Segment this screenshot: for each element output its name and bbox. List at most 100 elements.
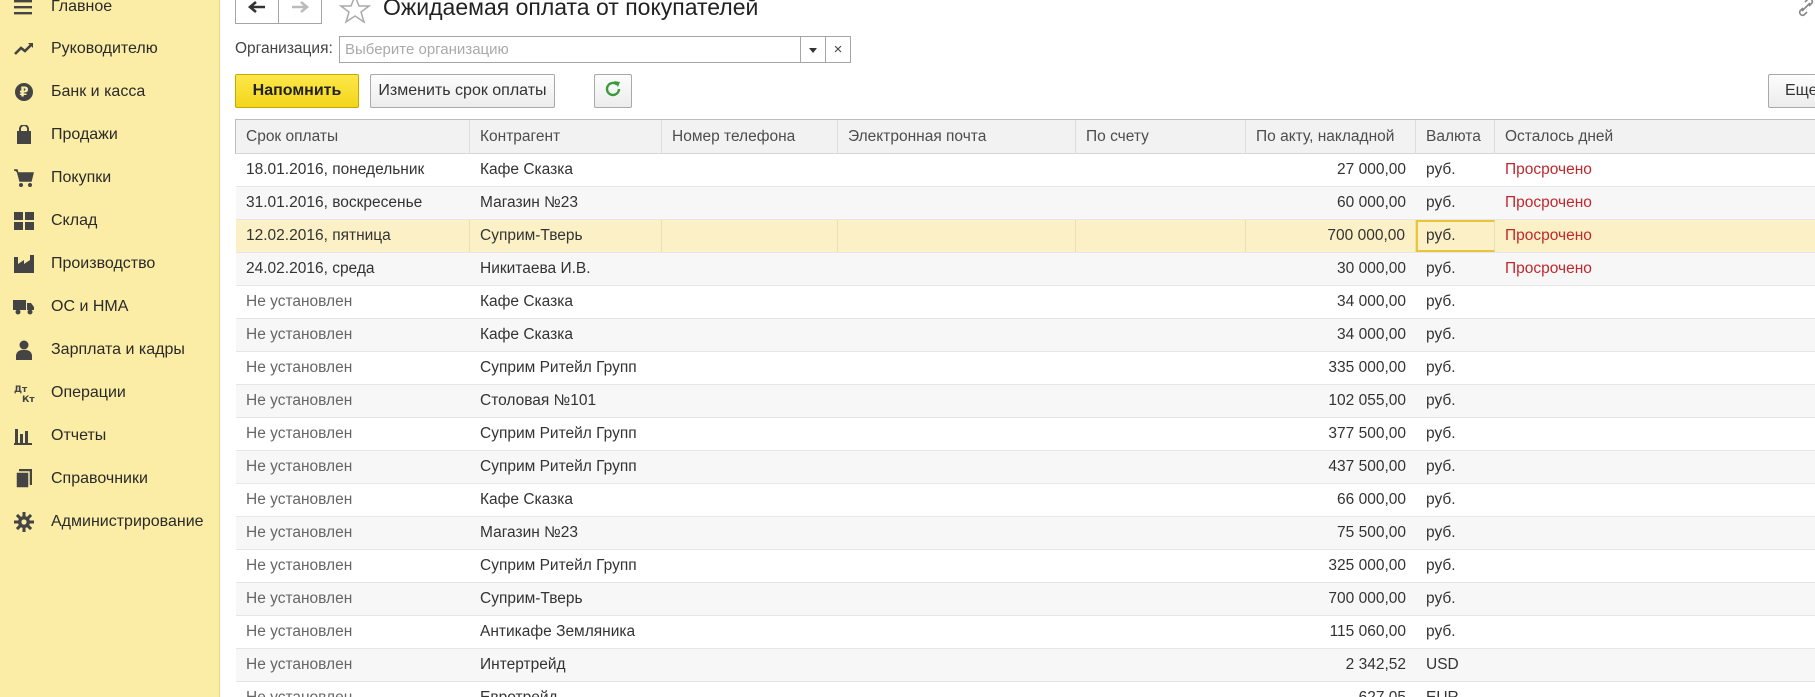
col-due-date-cell[interactable]: Не установлен: [236, 286, 470, 318]
col-phone-cell[interactable]: [662, 253, 838, 285]
col-act-cell[interactable]: 27 000,00: [1246, 154, 1416, 186]
col-due-date-cell[interactable]: Не установлен: [236, 385, 470, 417]
col-invoice-cell[interactable]: [1076, 319, 1246, 351]
col-phone-cell[interactable]: [662, 187, 838, 219]
col-act-cell[interactable]: 102 055,00: [1246, 385, 1416, 417]
col-contractor-header[interactable]: Контрагент: [470, 120, 662, 154]
table-row[interactable]: Не установлен Суприм Ритейл Групп 437 500,…: [236, 451, 1815, 484]
col-due-date-cell[interactable]: Не установлен: [236, 616, 470, 648]
sidebar-item-sales[interactable]: Продажи: [0, 115, 220, 155]
col-phone-cell[interactable]: [662, 154, 838, 186]
col-due-date-cell[interactable]: Не установлен: [236, 550, 470, 582]
col-due-date-cell[interactable]: Не установлен: [236, 682, 470, 697]
col-phone-cell[interactable]: [662, 385, 838, 417]
col-act-cell[interactable]: 377 500,00: [1246, 418, 1416, 450]
col-currency-header[interactable]: Валюта: [1416, 120, 1495, 154]
col-phone-cell[interactable]: [662, 484, 838, 516]
sidebar-item-operations[interactable]: Дт Кт Операции: [0, 373, 220, 413]
col-contractor-cell[interactable]: Кафе Сказка: [470, 484, 662, 516]
col-email-cell[interactable]: [838, 220, 1076, 252]
col-act-cell[interactable]: 30 000,00: [1246, 253, 1416, 285]
sidebar-item-admin[interactable]: Администрирование: [0, 502, 220, 542]
col-act-header[interactable]: По акту, накладной: [1246, 120, 1416, 154]
col-act-cell[interactable]: 325 000,00: [1246, 550, 1416, 582]
col-contractor-cell[interactable]: Магазин №23: [470, 187, 662, 219]
col-act-cell[interactable]: 700 000,00: [1246, 220, 1416, 252]
col-due-date-cell[interactable]: Не установлен: [236, 451, 470, 483]
col-invoice-cell[interactable]: [1076, 352, 1246, 384]
link-icon[interactable]: [1797, 0, 1815, 18]
col-currency-cell[interactable]: руб.: [1416, 220, 1495, 252]
col-email-cell[interactable]: [838, 550, 1076, 582]
table-row[interactable]: Не установлен Антикафе Земляника 115 060,0…: [236, 616, 1815, 649]
table-row[interactable]: 24.02.2016, среда Никитаева И.В. 30 000,00…: [236, 253, 1815, 286]
col-invoice-cell[interactable]: [1076, 451, 1246, 483]
col-currency-cell[interactable]: руб.: [1416, 187, 1495, 219]
col-currency-cell[interactable]: руб.: [1416, 319, 1495, 351]
col-days-left-cell[interactable]: [1495, 550, 1815, 582]
col-email-header[interactable]: Электронная почта: [838, 120, 1076, 154]
col-days-left-cell[interactable]: [1495, 418, 1815, 450]
col-due-date-cell[interactable]: Не установлен: [236, 418, 470, 450]
col-currency-cell[interactable]: руб.: [1416, 352, 1495, 384]
col-currency-cell[interactable]: руб.: [1416, 484, 1495, 516]
change-due-date-button[interactable]: Изменить срок оплаты: [370, 74, 555, 108]
col-days-left-cell[interactable]: [1495, 649, 1815, 681]
col-invoice-cell[interactable]: [1076, 418, 1246, 450]
col-email-cell[interactable]: [838, 253, 1076, 285]
col-currency-cell[interactable]: руб.: [1416, 286, 1495, 318]
col-act-cell[interactable]: 60 000,00: [1246, 187, 1416, 219]
col-invoice-cell[interactable]: [1076, 220, 1246, 252]
col-contractor-cell[interactable]: Суприм Ритейл Групп: [470, 418, 662, 450]
col-contractor-cell[interactable]: Евротрейд: [470, 682, 662, 697]
col-invoice-cell[interactable]: [1076, 583, 1246, 615]
col-days-left-cell[interactable]: [1495, 583, 1815, 615]
col-days-left-cell[interactable]: [1495, 517, 1815, 549]
col-phone-cell[interactable]: [662, 451, 838, 483]
col-phone-cell[interactable]: [662, 286, 838, 318]
col-email-cell[interactable]: [838, 484, 1076, 516]
col-invoice-cell[interactable]: [1076, 154, 1246, 186]
more-button[interactable]: Еще: [1768, 74, 1815, 108]
col-invoice-cell[interactable]: [1076, 253, 1246, 285]
col-contractor-cell[interactable]: Никитаева И.В.: [470, 253, 662, 285]
col-currency-cell[interactable]: руб.: [1416, 550, 1495, 582]
col-due-date-cell[interactable]: 31.01.2016, воскресенье: [236, 187, 470, 219]
col-act-cell[interactable]: 437 500,00: [1246, 451, 1416, 483]
col-due-date-cell[interactable]: Не установлен: [236, 583, 470, 615]
table-row[interactable]: Не установлен Кафе Сказка 66 000,00 руб.: [236, 484, 1815, 517]
forward-button[interactable]: [278, 0, 322, 24]
col-email-cell[interactable]: [838, 649, 1076, 681]
col-contractor-cell[interactable]: Интертрейд: [470, 649, 662, 681]
col-due-date-cell[interactable]: 18.01.2016, понедельник: [236, 154, 470, 186]
sidebar-item-salary[interactable]: Зарплата и кадры: [0, 330, 220, 370]
col-invoice-header[interactable]: По счету: [1076, 120, 1246, 154]
col-email-cell[interactable]: [838, 418, 1076, 450]
col-invoice-cell[interactable]: [1076, 550, 1246, 582]
sidebar-item-reports[interactable]: Отчеты: [0, 416, 220, 456]
col-days-left-cell[interactable]: Просрочено: [1495, 187, 1815, 219]
col-contractor-cell[interactable]: Столовая №101: [470, 385, 662, 417]
col-currency-cell[interactable]: руб.: [1416, 418, 1495, 450]
col-phone-cell[interactable]: [662, 517, 838, 549]
col-contractor-cell[interactable]: Кафе Сказка: [470, 286, 662, 318]
back-button[interactable]: [235, 0, 279, 24]
col-act-cell[interactable]: 66 000,00: [1246, 484, 1416, 516]
refresh-button[interactable]: [594, 74, 632, 108]
col-contractor-cell[interactable]: Суприм Ритейл Групп: [470, 352, 662, 384]
remind-button[interactable]: Напомнить: [235, 74, 359, 108]
col-currency-cell[interactable]: USD: [1416, 649, 1495, 681]
col-due-date-header[interactable]: Срок оплаты: [236, 120, 470, 154]
col-email-cell[interactable]: [838, 286, 1076, 318]
col-due-date-cell[interactable]: Не установлен: [236, 319, 470, 351]
col-phone-cell[interactable]: [662, 550, 838, 582]
col-contractor-cell[interactable]: Антикафе Земляника: [470, 616, 662, 648]
organization-input[interactable]: Выберите организацию: [339, 36, 801, 63]
table-row[interactable]: Не установленЕвротрейд 627,05EUR: [236, 682, 1815, 697]
col-currency-cell[interactable]: руб.: [1416, 253, 1495, 285]
col-due-date-cell[interactable]: Не установлен: [236, 649, 470, 681]
col-invoice-cell[interactable]: [1076, 649, 1246, 681]
col-due-date-cell[interactable]: Не установлен: [236, 484, 470, 516]
col-days-left-cell[interactable]: [1495, 352, 1815, 384]
col-contractor-cell[interactable]: Кафе Сказка: [470, 319, 662, 351]
